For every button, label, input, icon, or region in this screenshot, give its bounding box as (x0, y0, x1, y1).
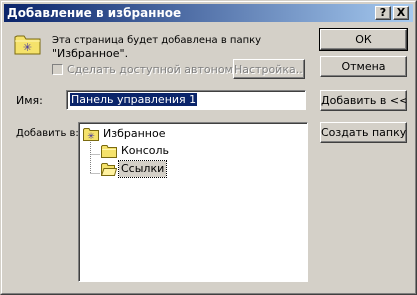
customize-button[interactable]: Настройка... (233, 59, 305, 79)
name-label: Имя: (16, 94, 43, 107)
info-message-line2: "Избранное". (52, 47, 129, 60)
info-message-line1: Эта страница будет добавлена в папку (52, 35, 262, 46)
help-icon: ? (379, 6, 387, 19)
close-icon: X (396, 6, 406, 19)
folder-tree[interactable]: ✳ Избранное Консоль Ссылки (78, 122, 308, 282)
add-to-button[interactable]: Добавить в << (320, 90, 407, 111)
tree-item-label: Ссылки (117, 160, 168, 178)
add-favorite-dialog: Добавление в избранное ? X ✳ Эта страниц… (0, 0, 417, 295)
ok-button[interactable]: ОК (319, 28, 408, 51)
name-input[interactable]: Панель управления 1 (66, 90, 306, 110)
name-input-value: Панель управления 1 (70, 93, 198, 106)
create-in-label: Добавить в: (16, 128, 79, 139)
close-button[interactable]: X (393, 6, 409, 20)
svg-text:✳: ✳ (23, 41, 32, 54)
folder-icon (101, 145, 117, 158)
help-button[interactable]: ? (375, 6, 391, 20)
tree-item-label: Консоль (121, 144, 170, 157)
tree-item-label: Избранное (103, 127, 166, 140)
favorites-star-folder-icon: ✳ (83, 128, 99, 141)
cancel-button[interactable]: Отмена (320, 56, 407, 77)
svg-text:✳: ✳ (87, 132, 95, 141)
new-folder-button[interactable]: Создать папку... (320, 122, 407, 143)
offline-label: Сделать доступной автономно (67, 63, 247, 76)
favorites-folder-icon: ✳ (14, 35, 41, 55)
open-folder-icon (101, 163, 117, 176)
window-title: Добавление в избранное (7, 6, 182, 20)
title-bar[interactable]: Добавление в избранное ? X (4, 4, 413, 22)
offline-checkbox[interactable] (52, 64, 63, 75)
